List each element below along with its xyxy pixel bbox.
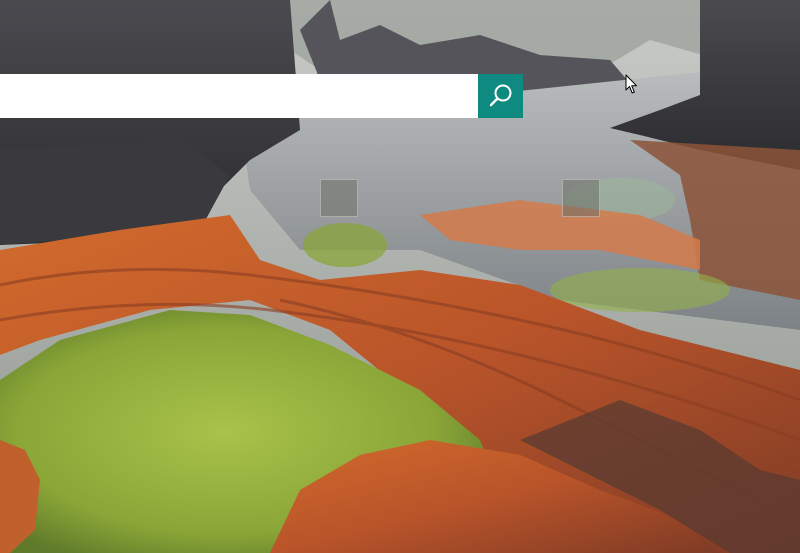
search-input[interactable] xyxy=(0,74,478,118)
search-button[interactable] xyxy=(478,74,523,118)
quick-link-tile-1[interactable] xyxy=(320,179,358,217)
search-icon xyxy=(488,83,514,109)
quick-link-tile-2[interactable] xyxy=(562,179,600,217)
search-bar xyxy=(0,74,523,118)
desktop-background xyxy=(0,0,800,553)
